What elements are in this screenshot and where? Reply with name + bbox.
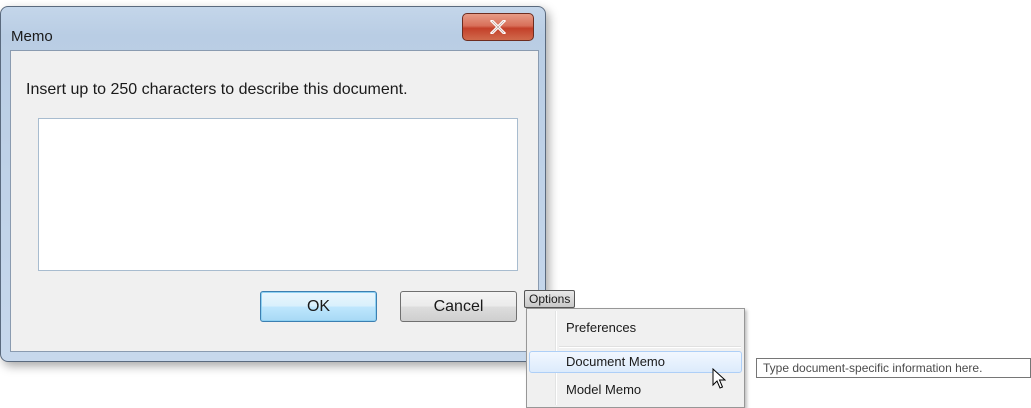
menu-separator — [559, 346, 741, 348]
menu-item-document-memo[interactable]: Document Memo — [529, 351, 742, 373]
options-button[interactable]: Options — [524, 290, 576, 308]
menu-item-model-memo[interactable]: Model Memo — [529, 379, 742, 401]
cancel-button[interactable]: Cancel — [400, 291, 517, 322]
tooltip: Type document-specific information here. — [756, 358, 1031, 378]
ok-button[interactable]: OK — [260, 291, 377, 322]
close-button[interactable] — [462, 13, 534, 41]
memo-textarea[interactable] — [38, 118, 518, 271]
close-icon — [490, 20, 506, 34]
menu-item-preferences[interactable]: Preferences — [529, 317, 742, 339]
dialog-title: Memo — [11, 28, 53, 45]
dialog-prompt: Insert up to 250 characters to describe … — [26, 81, 408, 98]
arrow-cursor-icon — [712, 368, 726, 389]
options-menu: Preferences Document Memo Model Memo — [526, 308, 745, 408]
